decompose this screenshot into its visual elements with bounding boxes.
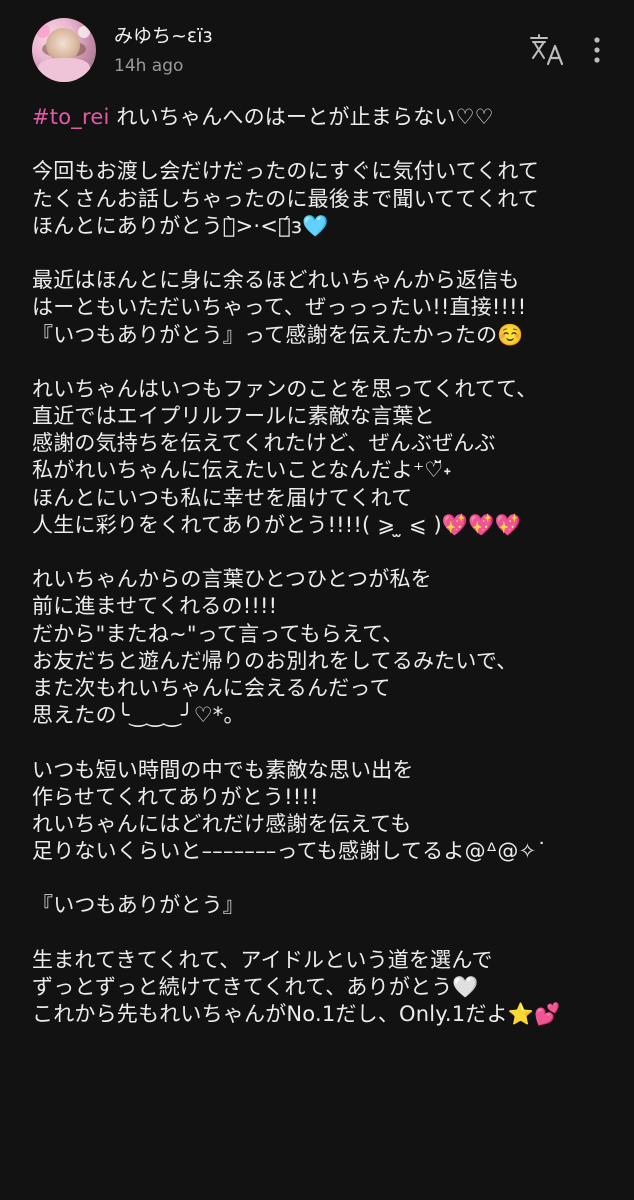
translate-button[interactable]: [527, 33, 567, 67]
post-text-line: 最近はほんとに身に余るほどれいちゃんから返信も: [32, 268, 520, 293]
post-lines: 今回もお渡し会だけだったのにすぐに気付いてくれて たくさんお話しちゃったのに最後ま…: [32, 131, 622, 1028]
post-text-line: これから先もれいちゃんがNo.1だし、Only.1だよ⭐💕: [32, 1002, 561, 1027]
post-text-line: 作らせてくれてありがとう!!!!: [32, 784, 319, 809]
post-text-line: 私がれいちゃんに伝えたいことなんだよ⁺♡̆̈˖: [32, 458, 452, 483]
post-text-line: 今回もお渡し会だけだったのにすぐに気付いてくれて: [32, 159, 540, 184]
username[interactable]: みゆち~ɛïɜ: [114, 24, 213, 48]
post-text-line: 足りないくらいと–––––––っても感謝してるよ@ᐞ@✧˙: [32, 839, 548, 864]
translate-icon: [530, 34, 564, 66]
post-text-line: はーともいただいちゃって、ぜっっったい!!直接!!!!: [32, 295, 527, 320]
post-text-line: お友だちと遊んだ帰りのお別れをしてるみたいで、: [32, 648, 518, 673]
more-options-button[interactable]: [586, 34, 608, 68]
post-first-line-text: れいちゃんへのはーとが止まらない♡♡: [109, 105, 494, 129]
post-header: みゆち~ɛïɜ 14h ago: [0, 0, 634, 90]
post-text-line: 『いつもありがとう』って感謝を伝えたかったの☺️: [32, 322, 524, 347]
post-text-line: 人生に彩りをくれてありがとう!!!!( ⩾ ̫ ⩽ )💖💖💖: [32, 512, 521, 537]
post-text-line: 『いつもありがとう』: [32, 893, 244, 918]
post-text-line: たくさんお話しちゃったのに最後まで聞いててくれて: [32, 186, 539, 211]
post-text-line: ほんとにいつも私に幸せを届けてくれて: [32, 485, 413, 510]
hashtag-link[interactable]: #to_rei: [32, 105, 110, 129]
post-text-line: れいちゃんはいつもファンのことを思ってくれてて、: [32, 376, 538, 401]
post-text-line: また次もれいちゃんに会えるんだって: [32, 675, 391, 700]
post-text-line: 直近ではエイプリルフールに素敵な言葉と: [32, 404, 435, 429]
post-text-line: 思えたの╰‿‿‿╯♡*。: [32, 703, 245, 728]
post-text-line: ほんとにありがとうꒉ̀>·<ꒉ́ɜ🩵: [32, 213, 329, 238]
post-text-line: 生まれてきてくれて、アイドルという道を選んで: [32, 947, 493, 972]
post-text-line: 前に進ませてくれるの!!!!: [32, 594, 278, 619]
post-first-line: #to_rei れいちゃんへのはーとが止まらない♡♡: [32, 104, 622, 131]
user-avatar[interactable]: [32, 18, 96, 82]
post-text-line: だから"またね~"って言ってもらえて、: [32, 621, 404, 646]
post-text-line: 感謝の気持ちを伝えてくれたけど、ぜんぶぜんぶ: [32, 431, 496, 456]
post-text-line: れいちゃんにはどれだけ感謝を伝えても: [32, 811, 412, 836]
post-text-line: れいちゃんからの言葉ひとつひとつが私を: [32, 567, 432, 592]
post-text-line: ずっとずっと続けてきてくれて、ありがとう🤍: [32, 975, 479, 999]
more-vertical-icon: [594, 37, 600, 63]
post-text-line: いつも短い時間の中でも素敵な思い出を: [32, 757, 414, 782]
post-timestamp: 14h ago: [114, 56, 184, 76]
post-card: みゆち~ɛïɜ 14h ago #to_rei れいちゃんへのはーとが止まらない…: [0, 0, 634, 1200]
post-body: #to_rei れいちゃんへのはーとが止まらない♡♡ 今回もお渡し会だけだったの…: [32, 104, 622, 1028]
